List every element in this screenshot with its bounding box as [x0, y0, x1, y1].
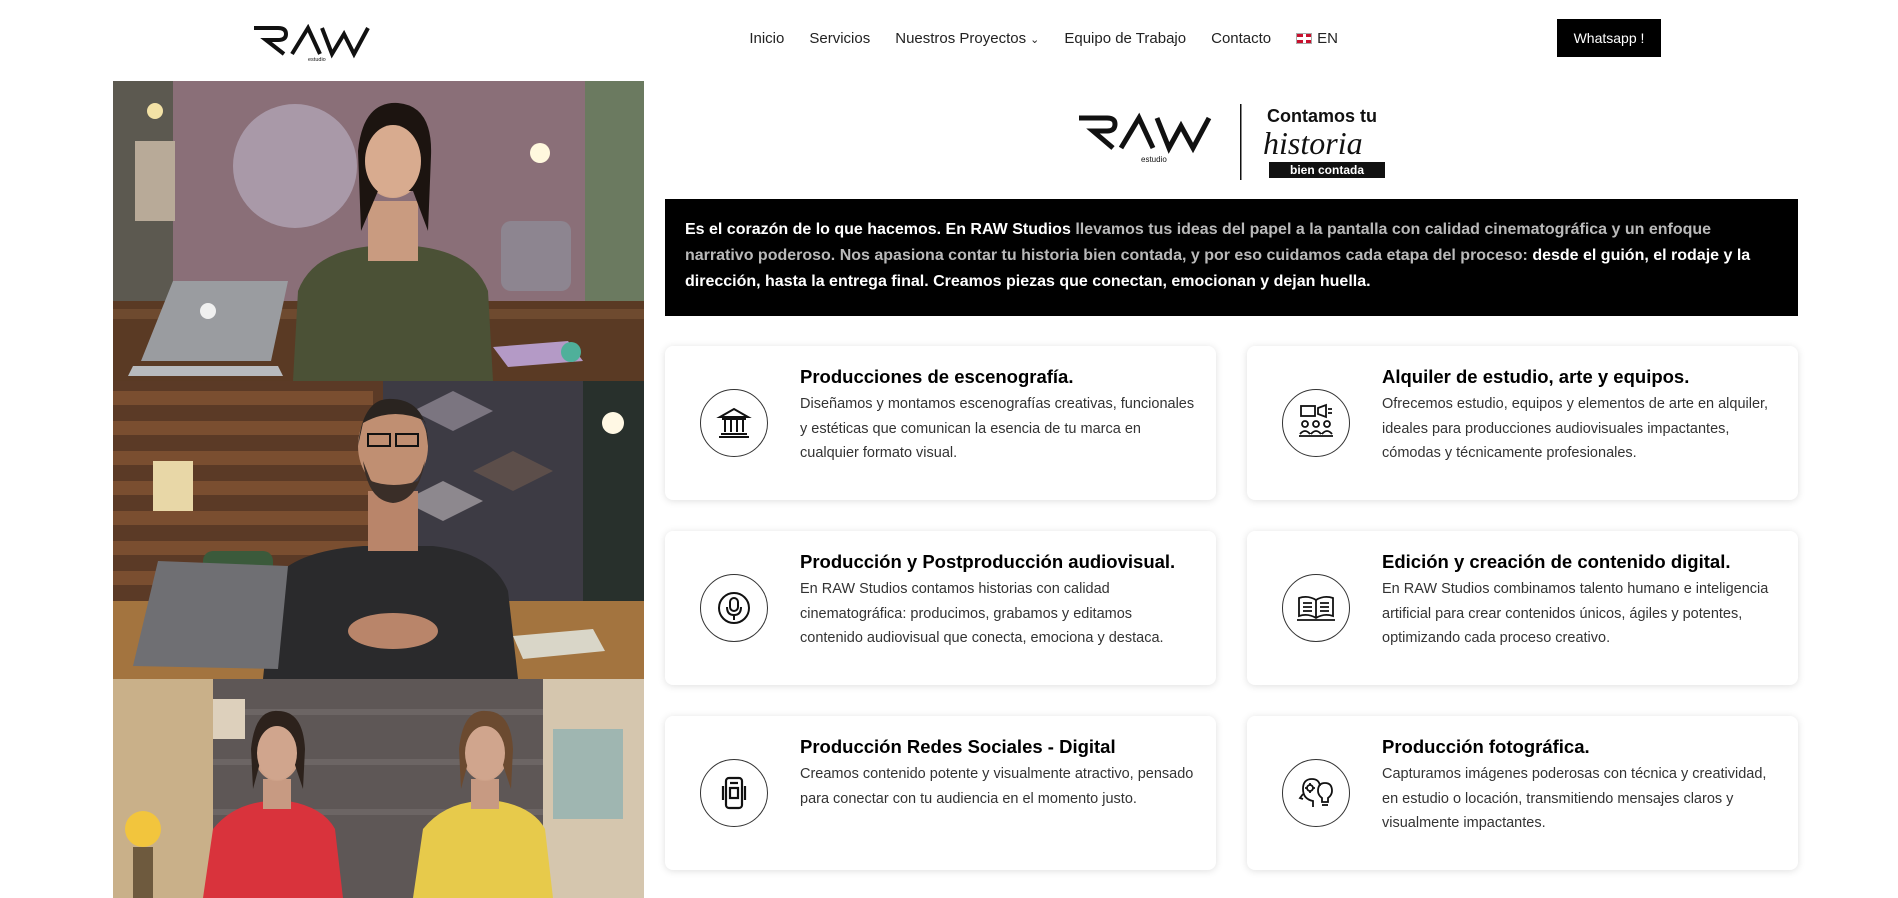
- svg-text:Contamos tu: Contamos tu: [1267, 106, 1377, 126]
- service-description: En RAW Studios contamos historias con ca…: [800, 581, 1164, 646]
- photo-man-at-desk: [113, 381, 644, 679]
- service-icon-circle: [1282, 574, 1350, 642]
- intro-text-bold-1: Es el corazón de lo que hacemos. En RAW …: [685, 221, 1071, 238]
- uk-flag-icon: [1296, 33, 1313, 44]
- head-lightbulb-icon: [1298, 778, 1333, 807]
- intro-banner: Es el corazón de lo que hacemos. En RAW …: [665, 199, 1798, 316]
- raw-logo[interactable]: estudio: [252, 24, 372, 62]
- site-header: estudio Inicio Servicios Nuestros Proyec…: [0, 0, 1898, 80]
- building-icon: [716, 407, 752, 438]
- service-description: Creamos contenido potente y visualmente …: [800, 766, 1194, 807]
- service-title: Producción fotográfica.: [1382, 736, 1590, 757]
- service-description: Capturamos imágenes poderosas con técnic…: [1382, 766, 1767, 831]
- nav-inicio[interactable]: Inicio: [749, 30, 784, 47]
- photo-woman-at-desk: [113, 81, 644, 381]
- language-switcher[interactable]: EN: [1296, 30, 1338, 47]
- photo-collage: [113, 81, 644, 898]
- service-card-alquiler[interactable]: Alquiler de estudio, arte y equipos. Ofr…: [1247, 346, 1798, 500]
- service-card-produccion-audiovisual[interactable]: Producción y Postproducción audiovisual.…: [665, 531, 1216, 685]
- service-title: Producciones de escenografía.: [800, 366, 1074, 387]
- svg-text:historia: historia: [1263, 125, 1363, 161]
- svg-text:estudio: estudio: [308, 57, 326, 62]
- service-title: Producción y Postproducción audiovisual.: [800, 551, 1176, 572]
- svg-text:estudio: estudio: [1141, 155, 1167, 164]
- service-title: Alquiler de estudio, arte y equipos.: [1382, 366, 1690, 387]
- service-description: Diseñamos y montamos escenografías creat…: [800, 396, 1195, 461]
- main-nav: Inicio Servicios Nuestros Proyectos ⌄ Equ…: [749, 30, 1338, 47]
- hero-logo: estudio Contamos tu historia bien contad…: [1079, 104, 1385, 180]
- photo-two-women: [113, 679, 644, 898]
- smartphone-icon: [721, 776, 747, 810]
- open-book-icon: [1297, 595, 1335, 621]
- presenter-audience-icon: [1299, 403, 1333, 437]
- whatsapp-button[interactable]: Whatsapp !: [1557, 19, 1661, 57]
- service-card-fotografica[interactable]: Producción fotográfica. Capturamos imáge…: [1247, 716, 1798, 870]
- service-icon-circle: [1282, 389, 1350, 457]
- nav-servicios[interactable]: Servicios: [809, 30, 870, 47]
- service-icon-circle: [700, 759, 768, 827]
- service-card-escenografia[interactable]: Producciones de escenografía. Diseñamos …: [665, 346, 1216, 500]
- service-description: En RAW Studios combinamos talento humano…: [1382, 581, 1769, 646]
- chevron-down-icon: ⌄: [1030, 34, 1040, 46]
- svg-text:bien contada: bien contada: [1290, 163, 1364, 177]
- nav-nuestros-proyectos[interactable]: Nuestros Proyectos ⌄: [895, 30, 1039, 47]
- service-title: Edición y creación de contenido digital.: [1382, 551, 1731, 572]
- service-description: Ofrecemos estudio, equipos y elementos d…: [1382, 396, 1769, 461]
- microphone-icon: [718, 592, 750, 624]
- nav-equipo-de-trabajo[interactable]: Equipo de Trabajo: [1064, 30, 1186, 47]
- service-card-contenido-digital[interactable]: Edición y creación de contenido digital.…: [1247, 531, 1798, 685]
- service-icon-circle: [700, 574, 768, 642]
- nav-contacto[interactable]: Contacto: [1211, 30, 1271, 47]
- nav-nuestros-proyectos-label: Nuestros Proyectos: [895, 30, 1027, 47]
- language-label: EN: [1317, 30, 1338, 47]
- service-card-redes-sociales[interactable]: Producción Redes Sociales - Digital Crea…: [665, 716, 1216, 870]
- service-icon-circle: [700, 389, 768, 457]
- service-icon-circle: [1282, 759, 1350, 827]
- service-title: Producción Redes Sociales - Digital: [800, 736, 1116, 757]
